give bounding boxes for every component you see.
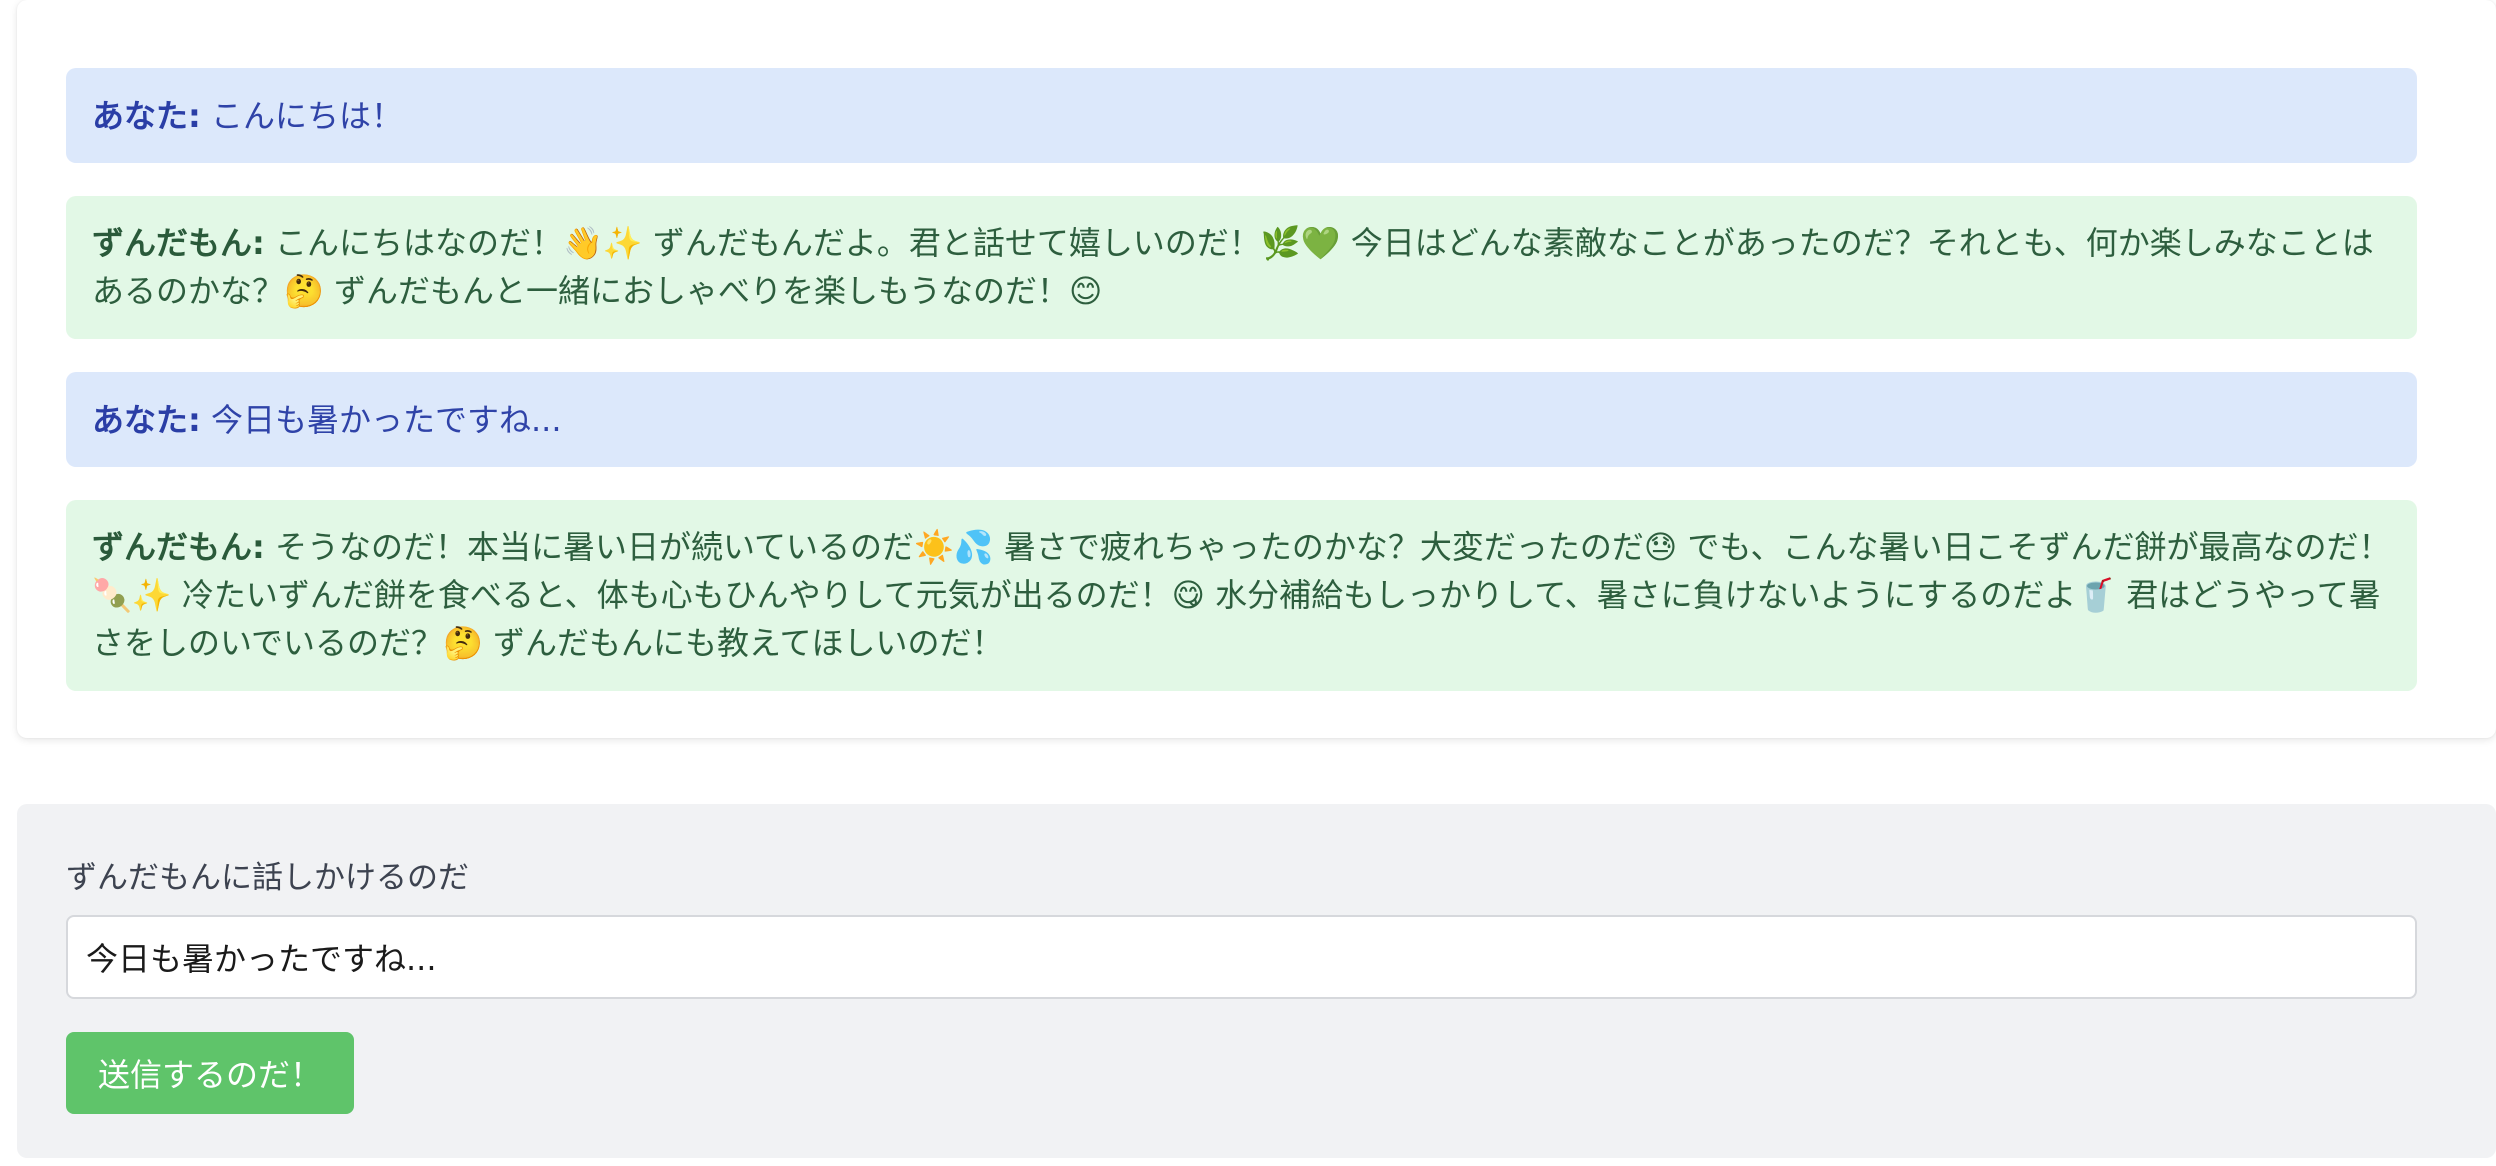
message-composer: ずんだもんに話しかけるのだ 送信するのだ！	[17, 804, 2496, 1158]
message-speaker: あなた:	[92, 96, 201, 135]
chat-message-bot: ずんだもん: こんにちはなのだ！👋✨ ずんだもんだよ。君と話せて嬉しいのだ！🌿💚…	[66, 196, 2417, 339]
send-button[interactable]: 送信するのだ！	[66, 1032, 354, 1114]
chat-message-user: あなた: 今日も暑かったですね...	[66, 372, 2417, 467]
chat-history-panel: あなた: こんにちは！ ずんだもん: こんにちはなのだ！👋✨ ずんだもんだよ。君…	[17, 0, 2496, 738]
chat-message-bot: ずんだもん: そうなのだ！本当に暑い日が続いているのだ☀️💦 暑さで疲れちゃった…	[66, 500, 2417, 691]
composer-label: ずんだもんに話しかけるのだ	[66, 860, 469, 896]
message-speaker: ずんだもん:	[92, 224, 265, 262]
chat-message-user: あなた: こんにちは！	[66, 68, 2417, 163]
message-text: 今日も暑かったですね...	[210, 400, 562, 439]
message-speaker: ずんだもん:	[92, 528, 265, 566]
message-text: こんにちは！	[210, 96, 403, 135]
message-speaker: あなた:	[92, 400, 201, 439]
message-input[interactable]	[66, 915, 2417, 999]
message-text: そうなのだ！本当に暑い日が続いているのだ☀️💦 暑さで疲れちゃったのかな？大変だ…	[92, 528, 2391, 662]
message-text: こんにちはなのだ！👋✨ ずんだもんだよ。君と話せて嬉しいのだ！🌿💚 今日はどんな…	[92, 224, 2374, 310]
